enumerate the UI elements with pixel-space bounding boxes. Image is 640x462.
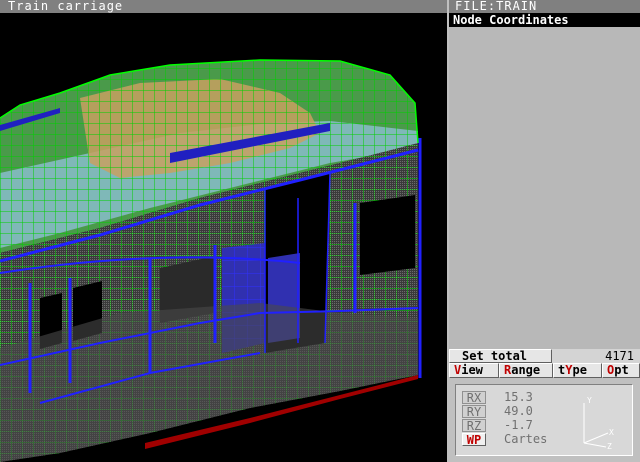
window-title-bar: Train carriage [0, 0, 447, 13]
y-axis-label: Y [587, 396, 592, 405]
rz-value: -1.7 [504, 418, 533, 432]
x-axis-label: X [609, 428, 614, 437]
panel-title: Node Coordinates [449, 13, 640, 27]
set-total-label: Set total [462, 349, 528, 363]
panel-title-text: Node Coordinates [453, 13, 569, 27]
z-axis-label: Z [607, 442, 612, 451]
train-mesh-render [0, 59, 422, 462]
ry-label: RY [462, 405, 486, 418]
rx-value: 15.3 [504, 390, 533, 404]
menu-opt[interactable]: Opt [602, 363, 640, 378]
window-title: Train carriage [8, 0, 124, 13]
window-right [360, 195, 415, 275]
menu-bar: View Range tYpe Opt [449, 363, 640, 378]
menu-range[interactable]: Range [499, 363, 553, 378]
x-axis-line [583, 432, 609, 444]
rz-label: RZ [462, 419, 486, 432]
coordinate-panel: RX 15.3 RY 49.0 RZ -1.7 WP Cartes Y X Z [449, 378, 640, 462]
menu-view[interactable]: View [449, 363, 499, 378]
axis-triad-icon: Y X Z [583, 396, 614, 451]
coordinate-readout: RX 15.3 RY 49.0 RZ -1.7 WP Cartes Y X Z [455, 384, 633, 456]
menu-type[interactable]: tYpe [553, 363, 602, 378]
file-bar: FILE:TRAIN [449, 0, 640, 13]
set-total-button[interactable]: Set total [449, 349, 552, 363]
set-total-value: 4171 [605, 349, 634, 363]
node-list-area[interactable] [449, 27, 640, 349]
wp-button[interactable]: WP [462, 433, 486, 446]
model-viewport[interactable] [0, 13, 447, 462]
file-label: FILE:TRAIN [455, 0, 538, 13]
ry-value: 49.0 [504, 404, 533, 418]
z-axis-line [583, 442, 607, 448]
set-total-row: Set total 4171 [449, 349, 640, 363]
wp-mode: Cartes [504, 432, 548, 446]
rx-label: RX [462, 391, 486, 404]
